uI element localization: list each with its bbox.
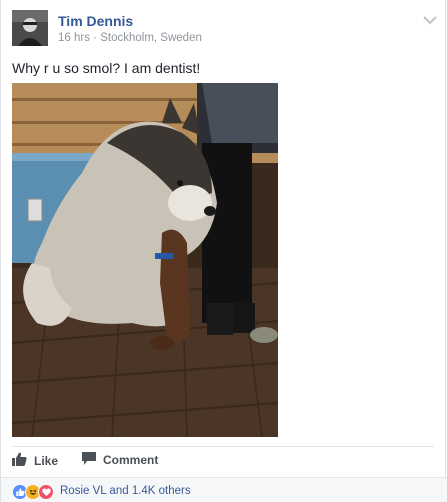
action-divider	[12, 446, 434, 447]
thumbs-up-icon	[12, 452, 27, 469]
post-text: Why r u so smol? I am dentist!	[12, 60, 201, 76]
author-avatar[interactable]	[12, 10, 48, 46]
dog-photo-image	[12, 83, 278, 437]
post-actions: Like Comment	[12, 452, 432, 472]
comment-icon	[82, 452, 96, 468]
chevron-down-icon[interactable]	[422, 12, 438, 25]
love-reaction-icon	[38, 484, 54, 500]
comment-label: Comment	[103, 453, 159, 467]
comment-button[interactable]: Comment	[82, 452, 158, 468]
post-card: Tim Dennis 16 hrs · Stockholm, Sweden Wh…	[0, 0, 447, 502]
avatar-image	[12, 10, 48, 46]
post-meta: 16 hrs · Stockholm, Sweden	[58, 32, 202, 44]
post-location[interactable]: Stockholm, Sweden	[100, 32, 202, 44]
like-label: Like	[34, 453, 59, 468]
reaction-icons[interactable]	[12, 484, 54, 500]
post-header: Tim Dennis 16 hrs · Stockholm, Sweden	[12, 10, 437, 50]
author-name[interactable]: Tim Dennis	[58, 13, 133, 29]
meta-separator: ·	[93, 32, 98, 44]
like-button[interactable]: Like	[12, 452, 58, 469]
reactions-bar: Rosie VL and 1.4K others	[1, 477, 447, 502]
post-photo[interactable]	[12, 83, 278, 437]
post-timestamp[interactable]: 16 hrs	[58, 32, 90, 44]
reactions-summary[interactable]: Rosie VL and 1.4K others	[60, 485, 191, 497]
